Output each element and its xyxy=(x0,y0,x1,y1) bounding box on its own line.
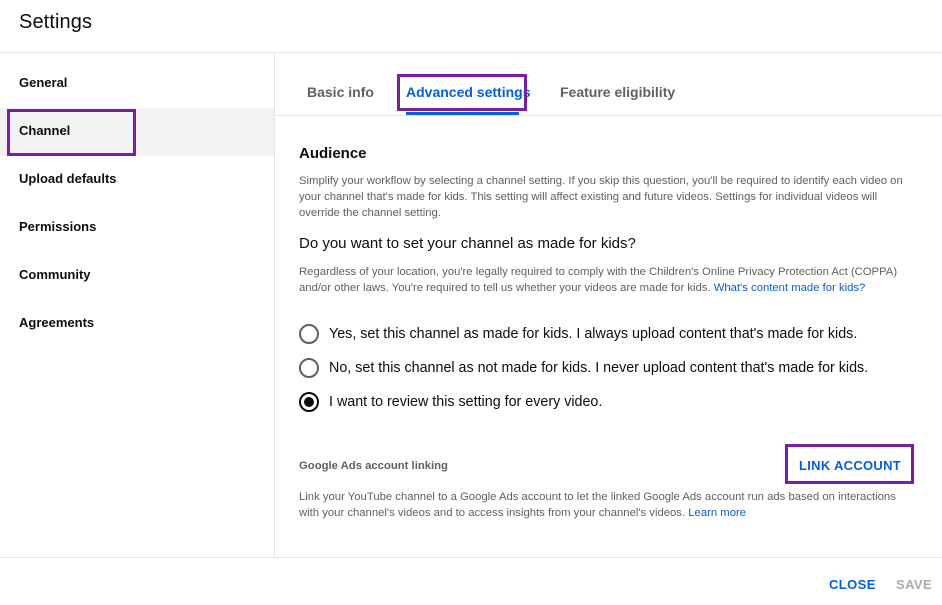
radio-button-selected[interactable] xyxy=(299,392,319,412)
radio-label: No, set this channel as not made for kid… xyxy=(329,360,869,376)
whats-made-for-kids-link[interactable]: What's content made for kids? xyxy=(714,282,866,294)
sidebar-item-community[interactable]: Community xyxy=(0,252,274,300)
google-ads-text: Link your YouTube channel to a Google Ad… xyxy=(299,491,896,519)
settings-tabs: Basic info Advanced settings Feature eli… xyxy=(275,53,942,116)
settings-sidebar: General Channel Upload defaults Permissi… xyxy=(0,53,275,557)
google-ads-description: Link your YouTube channel to a Google Ad… xyxy=(299,489,909,521)
made-for-kids-question: Do you want to set your channel as made … xyxy=(299,235,636,252)
tab-advanced-settings[interactable]: Advanced settings xyxy=(406,84,530,100)
settings-main-panel: Basic info Advanced settings Feature eli… xyxy=(275,53,942,557)
sidebar-item-label: Channel xyxy=(19,123,71,138)
sidebar-item-label: General xyxy=(19,75,68,90)
dialog-footer: CLOSE SAVE xyxy=(0,557,942,605)
tab-feature-eligibility[interactable]: Feature eligibility xyxy=(560,84,675,100)
radio-button[interactable] xyxy=(299,358,319,378)
sidebar-item-label: Upload defaults xyxy=(19,171,117,186)
dialog-title: Settings xyxy=(19,11,93,33)
dialog-header: Settings xyxy=(0,0,942,53)
coppa-notice: Regardless of your location, you're lega… xyxy=(299,264,909,296)
sidebar-item-label: Permissions xyxy=(19,219,97,234)
audience-heading: Audience xyxy=(299,145,367,162)
google-ads-linking-label: Google Ads account linking xyxy=(299,460,448,472)
sidebar-item-permissions[interactable]: Permissions xyxy=(0,204,274,252)
save-button[interactable]: SAVE xyxy=(896,577,932,592)
sidebar-item-general[interactable]: General xyxy=(0,60,274,108)
radio-label: Yes, set this channel as made for kids. … xyxy=(329,326,858,342)
audience-description: Simplify your workflow by selecting a ch… xyxy=(299,175,903,219)
radio-label: I want to review this setting for every … xyxy=(329,394,603,410)
sidebar-item-agreements[interactable]: Agreements xyxy=(0,300,274,348)
sidebar-item-label: Agreements xyxy=(19,315,95,330)
radio-button[interactable] xyxy=(299,324,319,344)
link-account-button[interactable]: LINK ACCOUNT xyxy=(799,458,901,473)
sidebar-item-label: Community xyxy=(19,267,91,282)
sidebar-item-upload-defaults[interactable]: Upload defaults xyxy=(0,156,274,204)
settings-dialog: Settings General Channel Upload defaults… xyxy=(0,0,942,605)
tab-basic-info[interactable]: Basic info xyxy=(307,84,374,100)
sidebar-item-channel[interactable]: Channel xyxy=(0,108,274,156)
learn-more-link[interactable]: Learn more xyxy=(688,507,746,519)
close-button[interactable]: CLOSE xyxy=(829,577,876,592)
active-tab-indicator xyxy=(406,112,519,115)
